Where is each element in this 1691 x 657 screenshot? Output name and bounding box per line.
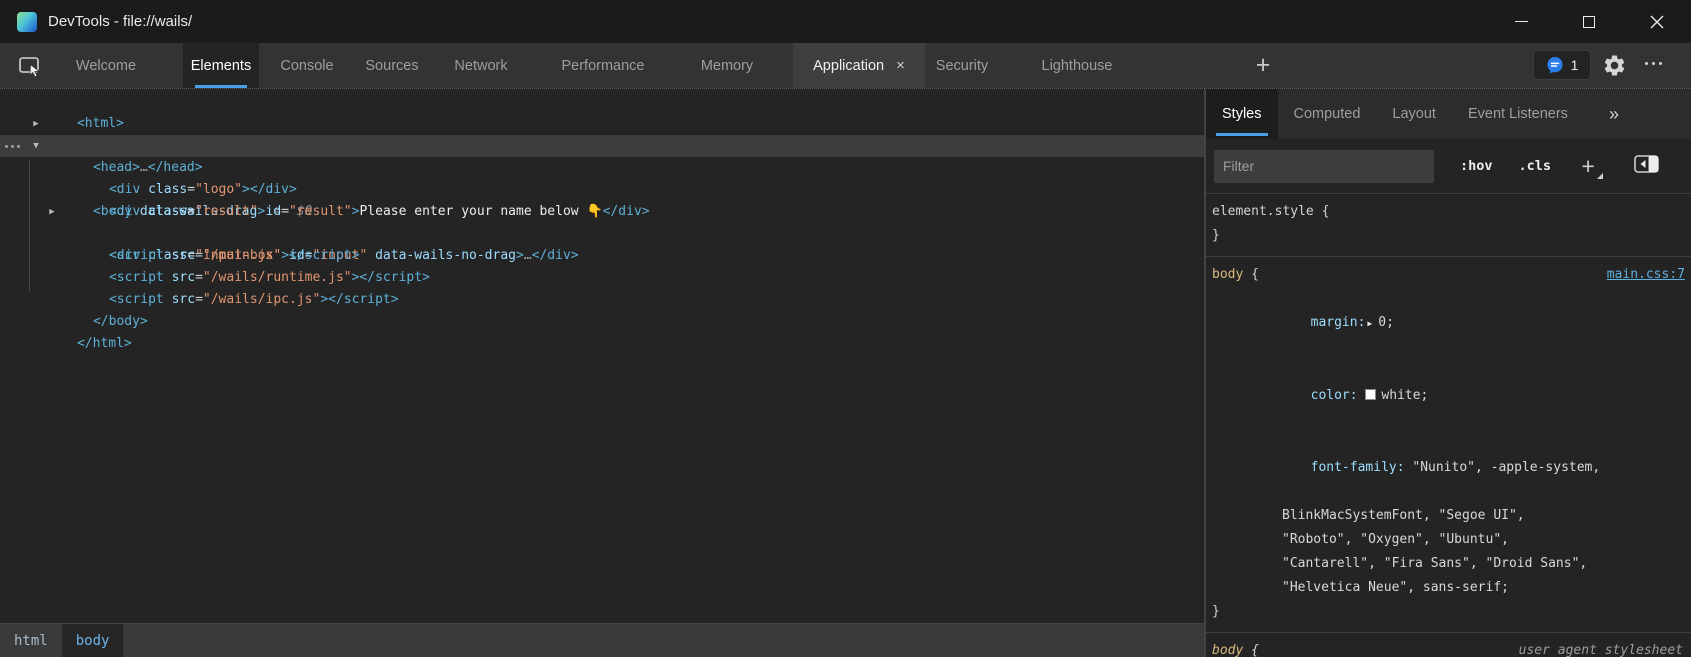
- window-controls: [1487, 0, 1691, 43]
- dom-row-div-logo[interactable]: <div class="logo"></div>: [0, 157, 1204, 179]
- styles-sidebar: Styles Computed Layout Event Listeners »…: [1204, 89, 1691, 657]
- css-property-margin[interactable]: margin:▶0;: [1206, 287, 1691, 360]
- dom-row-script-runtime[interactable]: <script src="/wails/runtime.js"></script…: [0, 245, 1204, 267]
- tab-styles[interactable]: Styles: [1206, 89, 1278, 139]
- stylesheet-origin: user agent stylesheet: [1519, 639, 1691, 657]
- settings-button[interactable]: [1602, 53, 1628, 79]
- title-bar: DevTools - file://wails/: [0, 0, 1691, 43]
- maximize-icon: [1583, 16, 1595, 28]
- dom-row-html-close[interactable]: </html>: [0, 311, 1204, 333]
- collapse-arrow-icon[interactable]: ▼: [30, 135, 42, 157]
- rule-selector[interactable]: element.style: [1212, 204, 1314, 219]
- tab-performance[interactable]: Performance: [552, 43, 654, 88]
- feedback-count: 1: [1571, 57, 1579, 73]
- sidebar-tab-bar: Styles Computed Layout Event Listeners »: [1206, 89, 1691, 139]
- add-tab-button[interactable]: +: [1249, 51, 1277, 79]
- color-swatch[interactable]: [1365, 389, 1376, 400]
- dom-row-body-close[interactable]: </body>: [0, 289, 1204, 311]
- inspect-cursor-icon: [18, 54, 42, 78]
- expand-arrow-icon[interactable]: ▶: [30, 113, 42, 135]
- tab-security[interactable]: Security: [927, 43, 997, 88]
- tab-application[interactable]: Application ×: [793, 43, 925, 88]
- close-icon: [1650, 15, 1664, 29]
- window-title: DevTools - file://wails/: [48, 13, 192, 30]
- breadcrumb-item-body[interactable]: body: [62, 624, 124, 657]
- elements-dom-tree: <html> ▶ <head>…</head> ▼ <body data-wai…: [0, 89, 1204, 623]
- close-button[interactable]: [1623, 0, 1691, 43]
- dom-row-script-ipc[interactable]: <script src="/wails/ipc.js"></script>: [0, 267, 1204, 289]
- minimize-icon: [1515, 21, 1528, 22]
- breadcrumb-item-html[interactable]: html: [0, 624, 62, 657]
- inspect-element-button[interactable]: [14, 50, 46, 82]
- toggle-pseudo-state-button[interactable]: :hov: [1460, 158, 1493, 174]
- css-property-color[interactable]: color: white;: [1206, 360, 1691, 432]
- stylesheet-link[interactable]: main.css:7: [1607, 267, 1685, 282]
- rule-body-authored[interactable]: body { main.css:7 margin:▶0; color: whit…: [1206, 257, 1691, 633]
- panel-toggle-icon: [1634, 155, 1659, 173]
- devtools-tab-bar: Welcome Elements Console Sources Network…: [0, 43, 1691, 88]
- tab-network[interactable]: Network: [446, 43, 516, 88]
- more-tabs-chevron[interactable]: »: [1609, 104, 1619, 125]
- tab-layout[interactable]: Layout: [1376, 89, 1452, 139]
- feedback-badge-button[interactable]: 1: [1533, 50, 1591, 80]
- tab-event-listeners[interactable]: Event Listeners: [1452, 89, 1584, 139]
- close-tab-icon[interactable]: ×: [896, 58, 905, 73]
- new-style-rule-button[interactable]: +: [1577, 155, 1599, 177]
- rule-selector[interactable]: body: [1212, 267, 1243, 282]
- dots-icon: [1645, 62, 1648, 65]
- expand-longhand-icon[interactable]: ▶: [1367, 319, 1372, 328]
- dom-row-head[interactable]: ▶ <head>…</head>: [0, 113, 1204, 135]
- rule-selector[interactable]: body: [1212, 643, 1243, 657]
- tab-welcome[interactable]: Welcome: [64, 43, 148, 88]
- node-menu-icon[interactable]: [5, 145, 20, 148]
- devtools-app-icon: [17, 12, 37, 32]
- rule-element-style[interactable]: element.style { }: [1206, 194, 1691, 257]
- tab-lighthouse[interactable]: Lighthouse: [1033, 43, 1121, 88]
- tab-console[interactable]: Console: [274, 43, 340, 88]
- dom-breadcrumb: html body: [0, 623, 1204, 657]
- more-options-button[interactable]: [1645, 62, 1662, 65]
- tab-elements[interactable]: Elements: [183, 43, 259, 88]
- dom-row-script-main[interactable]: <script src="/main.js"></script>: [0, 223, 1204, 245]
- chat-bubble-icon: [1546, 56, 1564, 74]
- dom-row-div-input[interactable]: ▶ <div class="input-box" id="input" data…: [0, 201, 1204, 223]
- styles-toolbar: :hov .cls +: [1206, 139, 1691, 194]
- expand-arrow-icon[interactable]: ▶: [46, 201, 58, 223]
- minimize-button[interactable]: [1487, 0, 1555, 43]
- computed-panel-toggle-button[interactable]: [1634, 155, 1659, 178]
- devtools-content: <html> ▶ <head>…</head> ▼ <body data-wai…: [0, 88, 1691, 656]
- styles-filter-input[interactable]: [1214, 150, 1434, 183]
- toggle-element-classes-button[interactable]: .cls: [1519, 158, 1552, 174]
- tab-memory[interactable]: Memory: [692, 43, 762, 88]
- tab-sources[interactable]: Sources: [359, 43, 425, 88]
- css-property-font-family[interactable]: font-family: "Nunito", -apple-system,: [1206, 432, 1691, 504]
- dom-row-html-open[interactable]: <html>: [0, 91, 1204, 113]
- maximize-button[interactable]: [1555, 0, 1623, 43]
- tab-computed[interactable]: Computed: [1278, 89, 1377, 139]
- dom-row-body-open-selected[interactable]: ▼ <body data-wails-drag>== $0: [0, 135, 1204, 157]
- gear-icon: [1602, 53, 1627, 78]
- dom-row-div-result[interactable]: <div class="result" id="result">Please e…: [0, 179, 1204, 201]
- rule-body-user-agent[interactable]: body { user agent stylesheet display: bl…: [1206, 633, 1691, 657]
